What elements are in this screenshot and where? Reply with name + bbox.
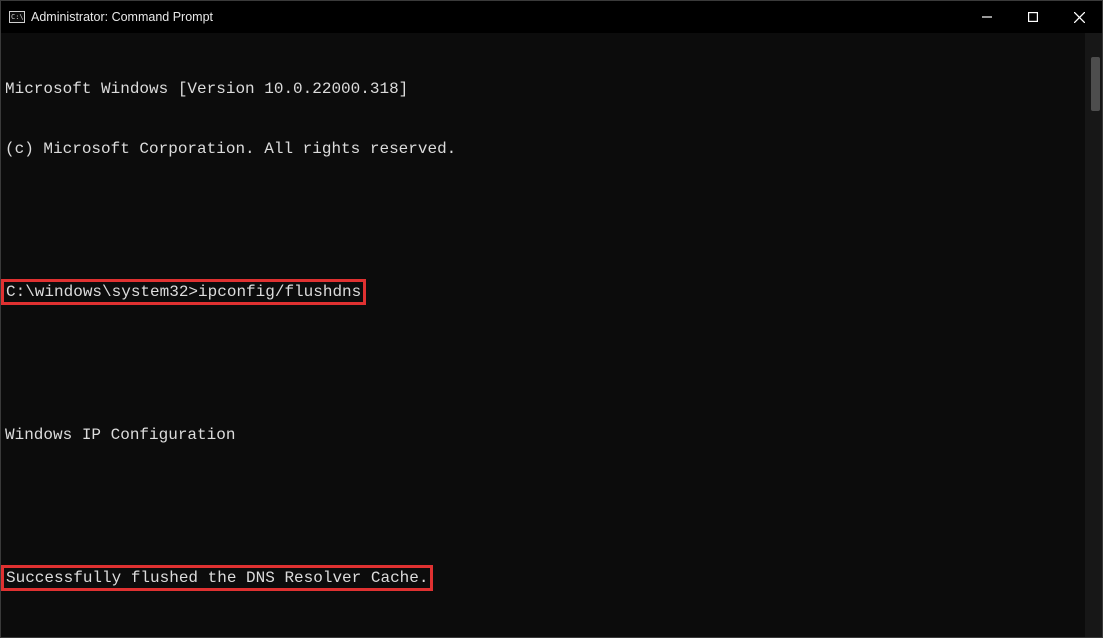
cmd-icon: C:\ bbox=[9, 9, 25, 25]
terminal-output: Microsoft Windows [Version 10.0.22000.31… bbox=[1, 39, 1080, 637]
version-line: Microsoft Windows [Version 10.0.22000.31… bbox=[1, 79, 1080, 99]
svg-text:C:\: C:\ bbox=[11, 13, 24, 21]
prompt-path: C:\windows\system32> bbox=[6, 283, 198, 301]
terminal-body[interactable]: Microsoft Windows [Version 10.0.22000.31… bbox=[1, 33, 1102, 637]
blank-line bbox=[1, 485, 1080, 505]
minimize-button[interactable] bbox=[964, 1, 1010, 33]
window-title: Administrator: Command Prompt bbox=[31, 1, 213, 33]
titlebar[interactable]: C:\ Administrator: Command Prompt bbox=[1, 1, 1102, 33]
success-line: Successfully flushed the DNS Resolver Ca… bbox=[1, 565, 1080, 591]
copyright-line: (c) Microsoft Corporation. All rights re… bbox=[1, 139, 1080, 159]
blank-line bbox=[1, 365, 1080, 385]
prompt-command-line: C:\windows\system32>ipconfig/flushdns bbox=[1, 279, 1080, 305]
scrollbar-thumb[interactable] bbox=[1091, 57, 1100, 111]
ipconfig-header: Windows IP Configuration bbox=[1, 425, 1080, 445]
highlight-success: Successfully flushed the DNS Resolver Ca… bbox=[1, 565, 433, 591]
window-controls bbox=[964, 1, 1102, 33]
blank-line bbox=[1, 199, 1080, 219]
scrollbar-track[interactable] bbox=[1085, 33, 1102, 637]
close-button[interactable] bbox=[1056, 1, 1102, 33]
entered-command: ipconfig/flushdns bbox=[198, 283, 361, 301]
command-prompt-window: C:\ Administrator: Command Prompt bbox=[0, 0, 1103, 638]
highlight-command: C:\windows\system32>ipconfig/flushdns bbox=[1, 279, 366, 305]
maximize-button[interactable] bbox=[1010, 1, 1056, 33]
